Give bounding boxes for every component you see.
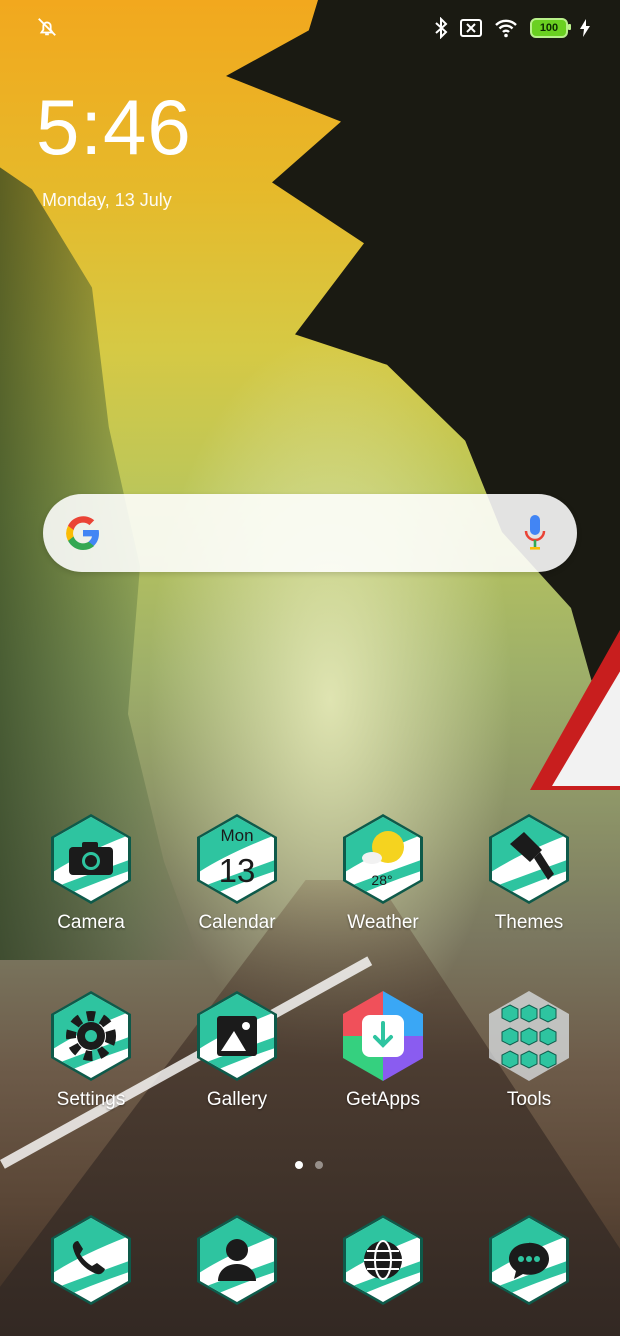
clock-date[interactable]: Monday, 13 July <box>42 190 172 211</box>
microphone-icon[interactable] <box>523 514 547 552</box>
page-dot-active <box>295 1161 303 1169</box>
folder-icon <box>488 991 570 1081</box>
messages-icon <box>488 1215 570 1305</box>
browser-globe-icon <box>342 1215 424 1305</box>
app-label: Weather <box>347 912 419 933</box>
weather-temperature: 28° <box>371 872 393 888</box>
app-label: Themes <box>494 912 564 933</box>
paintbrush-icon <box>488 814 570 904</box>
app-weather[interactable]: 28° Weather <box>323 814 443 934</box>
app-getapps[interactable]: GetApps <box>323 991 443 1111</box>
battery-icon: 100 <box>530 18 571 38</box>
app-label: Settings <box>56 1089 126 1110</box>
calendar-day-name: Mon <box>220 826 254 845</box>
app-label: Calendar <box>198 912 276 933</box>
page-indicator <box>295 1161 323 1169</box>
dock-messages[interactable] <box>469 1215 589 1305</box>
app-tools-folder[interactable]: Tools <box>469 991 589 1111</box>
bluetooth-icon <box>435 17 448 39</box>
page-dot <box>315 1161 323 1169</box>
charging-icon <box>580 19 590 37</box>
home-screen: 100 5:46 Monday, 13 July Camera Mon 13 C… <box>0 0 620 1336</box>
clock-time[interactable]: 5:46 <box>36 88 192 166</box>
weather-icon: 28° <box>342 814 424 904</box>
dock-browser[interactable] <box>323 1215 443 1305</box>
camera-icon <box>50 814 132 904</box>
dock-contacts[interactable] <box>177 1215 297 1305</box>
app-label: Gallery <box>206 1089 268 1110</box>
dock-phone[interactable] <box>31 1215 151 1305</box>
no-sim-icon <box>460 19 482 37</box>
alarm-off-icon <box>38 18 56 36</box>
image-icon <box>196 991 278 1081</box>
phone-icon <box>50 1215 132 1305</box>
contacts-icon <box>196 1215 278 1305</box>
calendar-icon: Mon 13 <box>196 814 278 904</box>
app-settings[interactable]: Settings <box>31 991 151 1111</box>
battery-level: 100 <box>539 22 559 34</box>
app-label: Tools <box>506 1089 552 1110</box>
app-camera[interactable]: Camera <box>31 814 151 934</box>
app-gallery[interactable]: Gallery <box>177 991 297 1111</box>
status-icons: 100 <box>434 16 590 40</box>
calendar-day-number: 13 <box>218 852 256 889</box>
app-calendar[interactable]: Mon 13 Calendar <box>177 814 297 934</box>
google-logo-icon <box>66 516 99 550</box>
wifi-icon <box>495 19 517 38</box>
wallpaper-road-sign-inner <box>552 668 620 786</box>
app-label: GetApps <box>346 1089 420 1110</box>
status-bar: 100 <box>0 0 620 56</box>
gear-icon <box>50 991 132 1081</box>
app-label: Camera <box>57 912 125 933</box>
google-search-bar[interactable] <box>43 494 577 572</box>
getapps-icon <box>342 991 424 1081</box>
app-themes[interactable]: Themes <box>469 814 589 934</box>
